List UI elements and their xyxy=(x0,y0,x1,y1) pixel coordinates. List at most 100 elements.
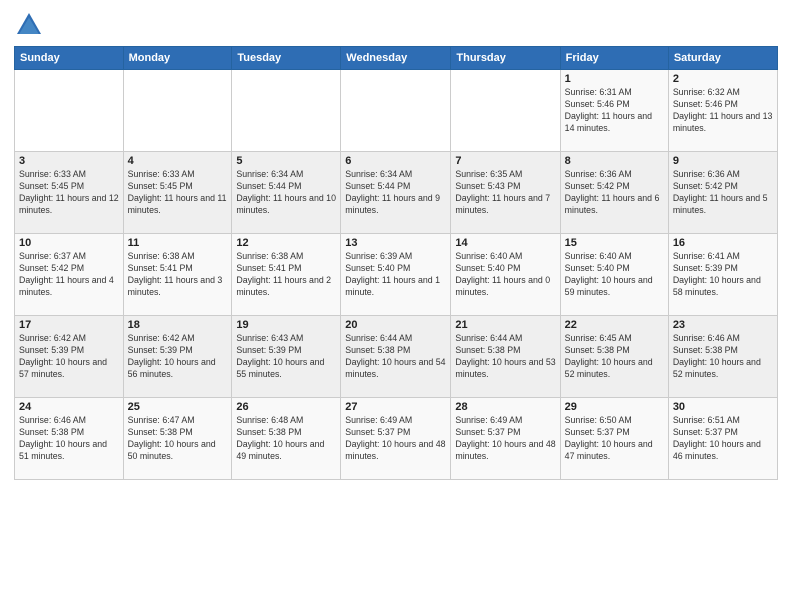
day-info: Sunrise: 6:50 AM Sunset: 5:37 PM Dayligh… xyxy=(565,415,664,463)
calendar-week-row: 1 Sunrise: 6:31 AM Sunset: 5:46 PM Daylig… xyxy=(15,70,778,152)
calendar-day-cell: 5 Sunrise: 6:34 AM Sunset: 5:44 PM Daylig… xyxy=(232,152,341,234)
day-number: 2 xyxy=(673,73,773,85)
day-info: Sunrise: 6:44 AM Sunset: 5:38 PM Dayligh… xyxy=(345,333,446,381)
weekday-header: Monday xyxy=(123,47,232,70)
calendar-day-cell xyxy=(341,70,451,152)
day-info: Sunrise: 6:36 AM Sunset: 5:42 PM Dayligh… xyxy=(565,169,664,217)
day-info: Sunrise: 6:45 AM Sunset: 5:38 PM Dayligh… xyxy=(565,333,664,381)
calendar-day-cell: 1 Sunrise: 6:31 AM Sunset: 5:46 PM Daylig… xyxy=(560,70,668,152)
day-number: 25 xyxy=(128,401,228,413)
day-number: 28 xyxy=(455,401,555,413)
day-number: 11 xyxy=(128,237,228,249)
calendar-day-cell: 21 Sunrise: 6:44 AM Sunset: 5:38 PM Dayli… xyxy=(451,316,560,398)
calendar-day-cell: 30Sunrise: 6:51 AM Sunset: 5:37 PM Dayli… xyxy=(668,398,777,480)
calendar-day-cell: 15 Sunrise: 6:40 AM Sunset: 5:40 PM Dayli… xyxy=(560,234,668,316)
calendar-day-cell: 28 Sunrise: 6:49 AM Sunset: 5:37 PM Dayli… xyxy=(451,398,560,480)
calendar-day-cell: 23 Sunrise: 6:46 AM Sunset: 5:38 PM Dayli… xyxy=(668,316,777,398)
day-number: 15 xyxy=(565,237,664,249)
day-info: Sunrise: 6:47 AM Sunset: 5:38 PM Dayligh… xyxy=(128,415,228,463)
calendar-day-cell xyxy=(451,70,560,152)
day-info: Sunrise: 6:40 AM Sunset: 5:40 PM Dayligh… xyxy=(565,251,664,299)
day-number: 27 xyxy=(345,401,446,413)
weekday-header: Friday xyxy=(560,47,668,70)
day-number: 3 xyxy=(19,155,119,167)
calendar-day-cell: 18 Sunrise: 6:42 AM Sunset: 5:39 PM Dayli… xyxy=(123,316,232,398)
day-info: Sunrise: 6:46 AM Sunset: 5:38 PM Dayligh… xyxy=(19,415,119,463)
logo-icon xyxy=(14,10,44,40)
header xyxy=(14,10,778,40)
day-number: 17 xyxy=(19,319,119,331)
day-info: Sunrise: 6:31 AM Sunset: 5:46 PM Dayligh… xyxy=(565,87,664,135)
day-number: 29 xyxy=(565,401,664,413)
day-info: Sunrise: 6:38 AM Sunset: 5:41 PM Dayligh… xyxy=(128,251,228,299)
calendar-day-cell: 11 Sunrise: 6:38 AM Sunset: 5:41 PM Dayli… xyxy=(123,234,232,316)
day-info: Sunrise: 6:41 AM Sunset: 5:39 PM Dayligh… xyxy=(673,251,773,299)
weekday-header: Sunday xyxy=(15,47,124,70)
day-number: 4 xyxy=(128,155,228,167)
calendar-day-cell: 4 Sunrise: 6:33 AM Sunset: 5:45 PM Daylig… xyxy=(123,152,232,234)
calendar-day-cell: 12Sunrise: 6:38 AM Sunset: 5:41 PM Dayli… xyxy=(232,234,341,316)
weekday-row: SundayMondayTuesdayWednesdayThursdayFrid… xyxy=(15,47,778,70)
day-number: 18 xyxy=(128,319,228,331)
calendar-day-cell: 3 Sunrise: 6:33 AM Sunset: 5:45 PM Daylig… xyxy=(15,152,124,234)
day-number: 20 xyxy=(345,319,446,331)
calendar-day-cell xyxy=(232,70,341,152)
calendar-body: 1 Sunrise: 6:31 AM Sunset: 5:46 PM Daylig… xyxy=(15,70,778,480)
day-info: Sunrise: 6:44 AM Sunset: 5:38 PM Dayligh… xyxy=(455,333,555,381)
calendar-week-row: 24Sunrise: 6:46 AM Sunset: 5:38 PM Dayli… xyxy=(15,398,778,480)
calendar-day-cell xyxy=(123,70,232,152)
calendar-day-cell: 8Sunrise: 6:36 AM Sunset: 5:42 PM Daylig… xyxy=(560,152,668,234)
calendar-week-row: 3 Sunrise: 6:33 AM Sunset: 5:45 PM Daylig… xyxy=(15,152,778,234)
calendar-day-cell: 14 Sunrise: 6:40 AM Sunset: 5:40 PM Dayli… xyxy=(451,234,560,316)
day-info: Sunrise: 6:49 AM Sunset: 5:37 PM Dayligh… xyxy=(455,415,555,463)
day-info: Sunrise: 6:39 AM Sunset: 5:40 PM Dayligh… xyxy=(345,251,446,299)
calendar-day-cell: 13 Sunrise: 6:39 AM Sunset: 5:40 PM Dayli… xyxy=(341,234,451,316)
calendar-day-cell: 6 Sunrise: 6:34 AM Sunset: 5:44 PM Daylig… xyxy=(341,152,451,234)
day-info: Sunrise: 6:37 AM Sunset: 5:42 PM Dayligh… xyxy=(19,251,119,299)
calendar-day-cell: 17Sunrise: 6:42 AM Sunset: 5:39 PM Dayli… xyxy=(15,316,124,398)
calendar-day-cell: 19Sunrise: 6:43 AM Sunset: 5:39 PM Dayli… xyxy=(232,316,341,398)
day-number: 10 xyxy=(19,237,119,249)
calendar-day-cell: 25 Sunrise: 6:47 AM Sunset: 5:38 PM Dayli… xyxy=(123,398,232,480)
calendar-header: SundayMondayTuesdayWednesdayThursdayFrid… xyxy=(15,47,778,70)
logo xyxy=(14,10,48,40)
day-info: Sunrise: 6:46 AM Sunset: 5:38 PM Dayligh… xyxy=(673,333,773,381)
day-info: Sunrise: 6:38 AM Sunset: 5:41 PM Dayligh… xyxy=(236,251,336,299)
weekday-header: Wednesday xyxy=(341,47,451,70)
calendar-day-cell: 2 Sunrise: 6:32 AM Sunset: 5:46 PM Daylig… xyxy=(668,70,777,152)
calendar-week-row: 10 Sunrise: 6:37 AM Sunset: 5:42 PM Dayli… xyxy=(15,234,778,316)
calendar-day-cell: 7Sunrise: 6:35 AM Sunset: 5:43 PM Daylig… xyxy=(451,152,560,234)
day-info: Sunrise: 6:32 AM Sunset: 5:46 PM Dayligh… xyxy=(673,87,773,135)
day-info: Sunrise: 6:42 AM Sunset: 5:39 PM Dayligh… xyxy=(128,333,228,381)
day-info: Sunrise: 6:51 AM Sunset: 5:37 PM Dayligh… xyxy=(673,415,773,463)
day-info: Sunrise: 6:48 AM Sunset: 5:38 PM Dayligh… xyxy=(236,415,336,463)
day-number: 5 xyxy=(236,155,336,167)
calendar-day-cell: 10 Sunrise: 6:37 AM Sunset: 5:42 PM Dayli… xyxy=(15,234,124,316)
day-number: 14 xyxy=(455,237,555,249)
calendar-day-cell: 29 Sunrise: 6:50 AM Sunset: 5:37 PM Dayli… xyxy=(560,398,668,480)
calendar-day-cell: 9 Sunrise: 6:36 AM Sunset: 5:42 PM Daylig… xyxy=(668,152,777,234)
calendar-day-cell: 26 Sunrise: 6:48 AM Sunset: 5:38 PM Dayli… xyxy=(232,398,341,480)
day-info: Sunrise: 6:35 AM Sunset: 5:43 PM Dayligh… xyxy=(455,169,555,217)
calendar-day-cell: 22Sunrise: 6:45 AM Sunset: 5:38 PM Dayli… xyxy=(560,316,668,398)
day-info: Sunrise: 6:36 AM Sunset: 5:42 PM Dayligh… xyxy=(673,169,773,217)
calendar-day-cell: 27Sunrise: 6:49 AM Sunset: 5:37 PM Dayli… xyxy=(341,398,451,480)
day-number: 26 xyxy=(236,401,336,413)
day-info: Sunrise: 6:33 AM Sunset: 5:45 PM Dayligh… xyxy=(19,169,119,217)
day-info: Sunrise: 6:34 AM Sunset: 5:44 PM Dayligh… xyxy=(236,169,336,217)
calendar-day-cell: 20 Sunrise: 6:44 AM Sunset: 5:38 PM Dayli… xyxy=(341,316,451,398)
page: SundayMondayTuesdayWednesdayThursdayFrid… xyxy=(0,0,792,612)
day-info: Sunrise: 6:40 AM Sunset: 5:40 PM Dayligh… xyxy=(455,251,555,299)
day-number: 21 xyxy=(455,319,555,331)
day-number: 1 xyxy=(565,73,664,85)
weekday-header: Thursday xyxy=(451,47,560,70)
day-number: 13 xyxy=(345,237,446,249)
calendar-week-row: 17 Sunrise: 6:42 AM Sunset: 5:39 PM Dayli… xyxy=(15,316,778,398)
day-number: 19 xyxy=(236,319,336,331)
day-info: Sunrise: 6:33 AM Sunset: 5:45 PM Dayligh… xyxy=(128,169,228,217)
day-number: 6 xyxy=(345,155,446,167)
day-number: 9 xyxy=(673,155,773,167)
day-info: Sunrise: 6:34 AM Sunset: 5:44 PM Dayligh… xyxy=(345,169,446,217)
day-number: 23 xyxy=(673,319,773,331)
calendar-day-cell xyxy=(15,70,124,152)
